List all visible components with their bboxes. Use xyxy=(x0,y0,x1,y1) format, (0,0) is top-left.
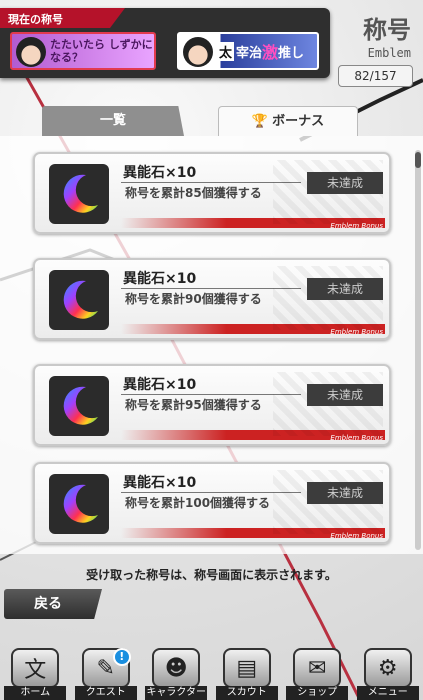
tab-bonus-label: ボーナス xyxy=(272,114,325,129)
nav-quest-label: クエスト xyxy=(74,686,137,700)
condition-text: 称号を累計90個獲得する xyxy=(125,292,262,306)
divider xyxy=(121,288,301,289)
trophy-icon: 🏆 xyxy=(251,114,269,129)
bonus-card: 異能石×10 称号を累計85個獲得する 未達成 Emblem Bonus xyxy=(33,152,391,234)
status-badge: 未達成 xyxy=(307,482,383,504)
bonus-card: 異能石×10 称号を累計90個獲得する 未達成 Emblem Bonus xyxy=(33,258,391,340)
page-title: 称号 xyxy=(363,15,411,44)
status-badge: 未達成 xyxy=(307,384,383,406)
nav-shop-label: ショップ xyxy=(286,686,349,700)
second-emblem-plate[interactable]: 太 宰治 激 推し xyxy=(177,32,319,70)
emblem-text: たたいたら しずかになる？ xyxy=(50,38,153,64)
divider xyxy=(121,182,301,183)
reward-label: 異能石×10 xyxy=(123,165,197,181)
reward-label: 異能石×10 xyxy=(123,271,197,287)
condition-text: 称号を累計95個獲得する xyxy=(125,398,262,412)
tab-list[interactable]: 一覧 xyxy=(42,106,184,136)
condition-text: 称号を累計85個獲得する xyxy=(125,186,262,200)
page-subtitle: Emblem xyxy=(367,46,411,60)
nav-shop[interactable]: ✉ ショップ xyxy=(286,648,349,700)
nav-home-label: ホーム xyxy=(4,686,67,700)
emblem-text-tai: 太 xyxy=(217,41,235,61)
nav-menu-label: メニュー xyxy=(356,686,419,700)
ability-stone-icon xyxy=(49,474,109,534)
character-avatar xyxy=(183,37,213,67)
condition-text: 称号を累計100個獲得する xyxy=(125,496,271,510)
nav-quest[interactable]: ✎ ! クエスト xyxy=(74,648,137,700)
home-icon: 文 xyxy=(11,648,60,688)
ability-stone-icon xyxy=(49,270,109,330)
emblem-text-mid: 宰治 xyxy=(236,45,263,61)
emblem-text-end: 推し xyxy=(278,45,305,61)
shop-icon: ✉ xyxy=(293,648,342,688)
ability-stone-icon xyxy=(49,376,109,436)
reward-label: 異能石×10 xyxy=(123,475,197,491)
current-emblem-label: 現在の称号 xyxy=(0,8,125,28)
scrollbar[interactable] xyxy=(415,150,421,550)
notification-badge: ! xyxy=(112,648,131,666)
bonus-card: 異能石×10 称号を累計95個獲得する 未達成 Emblem Bonus xyxy=(33,364,391,446)
nav-menu[interactable]: ⚙ メニュー xyxy=(356,648,419,700)
bonus-card: 異能石×10 称号を累計100個獲得する 未達成 Emblem Bonus xyxy=(33,462,391,544)
back-button[interactable]: 戻る xyxy=(4,589,102,619)
current-emblem-panel: 現在の称号 たたいたら しずかになる？ 太 宰治 激 推し xyxy=(0,8,330,78)
nav-home[interactable]: 文 ホーム xyxy=(4,648,67,700)
character-icon: ☻ xyxy=(152,648,201,688)
nav-character-label: キャラクター xyxy=(145,686,208,700)
emblem-bonus-text: Emblem Bonus xyxy=(330,434,383,442)
emblem-bonus-text: Emblem Bonus xyxy=(330,328,383,336)
nav-scout-label: スカウト xyxy=(215,686,278,700)
bottom-nav: 文 ホーム ✎ ! クエスト ☻ キャラクター ▤ スカウト ✉ ショップ ⚙ … xyxy=(0,648,423,700)
menu-icon: ⚙ xyxy=(363,648,412,688)
notice-text: 受け取った称号は、称号画面に表示されます。 xyxy=(86,568,337,582)
status-badge: 未達成 xyxy=(307,172,383,194)
emblem-text-geki: 激 xyxy=(262,43,279,62)
emblem-bonus-text: Emblem Bonus xyxy=(330,532,383,540)
scout-icon: ▤ xyxy=(222,648,271,688)
divider xyxy=(121,394,301,395)
nav-scout[interactable]: ▤ スカウト xyxy=(215,648,278,700)
scrollbar-thumb[interactable] xyxy=(415,152,421,168)
divider xyxy=(121,492,301,493)
emblem-count: 82/157 xyxy=(338,65,413,87)
reward-label: 異能石×10 xyxy=(123,377,197,393)
tab-bonus[interactable]: 🏆 ボーナス xyxy=(218,106,358,136)
current-emblem-plate[interactable]: たたいたら しずかになる？ xyxy=(10,32,156,70)
ability-stone-icon xyxy=(49,164,109,224)
status-badge: 未達成 xyxy=(307,278,383,300)
emblem-bonus-text: Emblem Bonus xyxy=(330,222,383,230)
character-avatar xyxy=(16,37,46,67)
nav-character[interactable]: ☻ キャラクター xyxy=(145,648,208,700)
